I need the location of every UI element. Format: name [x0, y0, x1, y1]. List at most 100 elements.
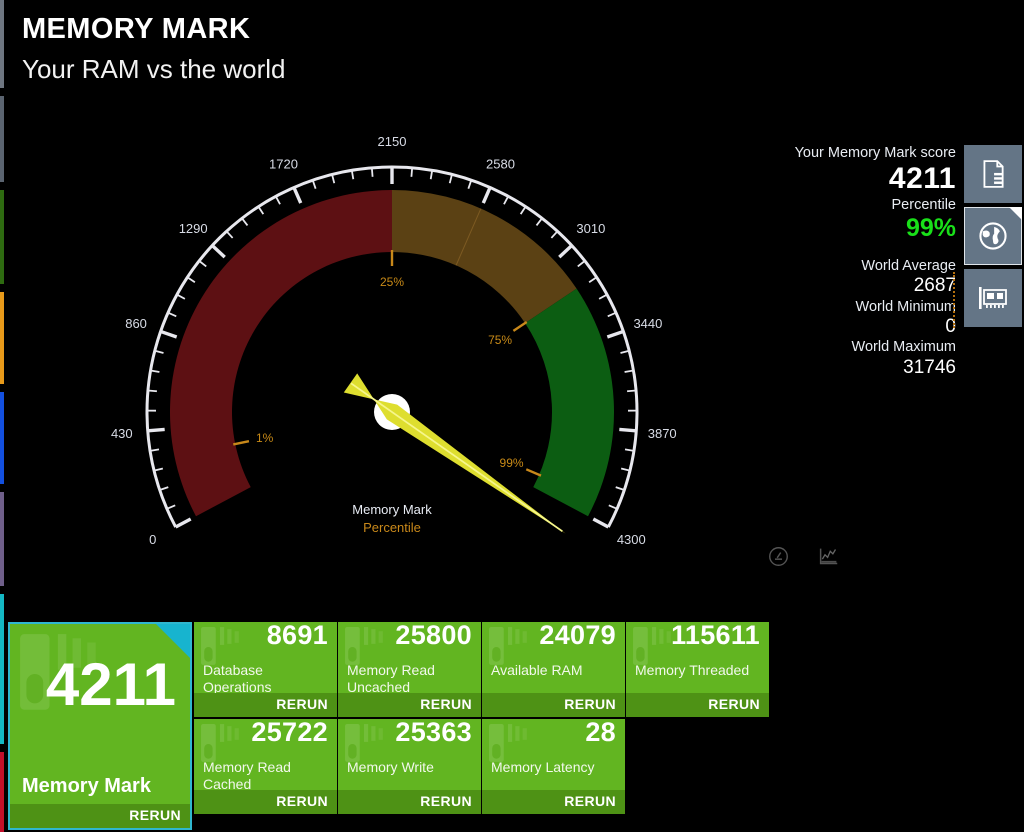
gauge-minor-tick	[154, 349, 164, 354]
tile-score: 25722	[251, 719, 328, 747]
tile-benchmark[interactable]: 24079 Available RAM RERUN	[482, 622, 625, 717]
gauge-tick-label: 2580	[486, 157, 515, 172]
gauge-svg: 043086012901720215025803010344038704300 …	[111, 134, 677, 547]
gauge-zone	[525, 288, 614, 517]
percentile-label: Percentile	[891, 196, 956, 213]
rerun-label: RERUN	[276, 793, 328, 809]
tile-label: Memory Read Cached	[203, 759, 291, 792]
gauge-major-tick	[481, 186, 492, 204]
info-panel-separator	[953, 272, 955, 328]
rerun-label: RERUN	[276, 696, 328, 712]
rerun-label: RERUN	[129, 807, 181, 823]
tile-label: Memory Write	[347, 759, 434, 775]
gauge-zone	[169, 190, 392, 517]
world-minimum-value: 0	[945, 315, 956, 337]
gauge-percentile-marker	[525, 468, 542, 477]
edge-strip-segment	[0, 752, 4, 832]
gauge-tick-label: 2150	[378, 134, 407, 149]
tile-score: 115611	[671, 622, 760, 650]
tile-score: 28	[585, 719, 616, 747]
gauge-zone	[392, 190, 577, 324]
edge-strip-segment	[0, 492, 4, 586]
gauge-tick-label: 3010	[576, 221, 605, 236]
gauge-major-tick	[619, 427, 637, 433]
gauge-percentile-label: 1%	[256, 431, 274, 445]
rerun-button[interactable]: RERUN	[338, 693, 481, 717]
edge-strip-segment	[0, 0, 4, 88]
memory-mark-gauge: 0 430 860 1290 1720 2150 2580 3010 3440 3870 4300 …	[60, 130, 740, 580]
gauge-tick-label: 0	[149, 532, 156, 547]
world-maximum-label: World Maximum	[851, 339, 956, 356]
tile-label: Memory Mark	[22, 775, 151, 797]
rerun-label: RERUN	[420, 696, 472, 712]
gauge-minor-tick	[550, 230, 559, 239]
gauge-major-tick	[292, 186, 303, 204]
tile-benchmark[interactable]: 115611 Memory Threaded RERUN	[626, 622, 769, 717]
memory-card-button[interactable]	[964, 269, 1022, 327]
page-title: MEMORY MARK	[22, 13, 251, 45]
side-icon-buttons[interactable]	[964, 145, 1022, 327]
gauge-minor-tick	[225, 230, 234, 239]
rerun-button[interactable]: RERUN	[482, 693, 625, 717]
gauge-percentile-marker	[233, 440, 250, 446]
rerun-button[interactable]: RERUN	[194, 790, 337, 814]
tile-label: Memory Threaded	[635, 662, 750, 678]
gauge-percentile-label: 75%	[488, 333, 512, 347]
gauge-major-tick	[160, 329, 178, 339]
your-score-value: 4211	[888, 162, 956, 196]
your-score-label: Your Memory Mark score	[794, 145, 956, 161]
rerun-button[interactable]: RERUN	[338, 790, 481, 814]
tile-benchmark[interactable]: 8691 Database Operations RERUN	[194, 622, 337, 717]
rerun-button[interactable]: RERUN	[194, 693, 337, 717]
edge-color-strip	[0, 0, 4, 832]
chart-icon[interactable]	[818, 546, 839, 572]
page-header: MEMORY MARK Your RAM vs the world	[22, 13, 286, 84]
rerun-button[interactable]: RERUN	[626, 693, 769, 717]
world-average-value: 2687	[913, 274, 956, 296]
gauge-major-tick	[606, 329, 624, 339]
edge-strip-segment	[0, 292, 4, 384]
world-average-label: World Average	[861, 257, 956, 274]
tile-benchmark[interactable]: 28 Memory Latency RERUN	[482, 719, 625, 814]
gauge-major-tick	[211, 244, 226, 259]
gauge-major-tick	[174, 517, 192, 529]
gauge-center-label-secondary: Percentile	[363, 520, 421, 535]
gauge-center-label-primary: Memory Mark	[352, 502, 432, 517]
tile-memory-mark[interactable]: 4211 Memory Mark RERUN	[8, 622, 192, 830]
report-button[interactable]	[964, 145, 1022, 203]
gauge-minor-tick	[620, 349, 630, 354]
gauge-view-toggles[interactable]	[768, 546, 839, 572]
gauge-percentile-marker	[512, 321, 528, 332]
selected-corner-marker	[1009, 207, 1022, 220]
rerun-button[interactable]: RERUN	[482, 790, 625, 814]
rerun-button[interactable]: RERUN	[10, 804, 190, 828]
gauge-major-tick	[592, 517, 610, 529]
gauge-major-tick	[558, 244, 573, 259]
gauge-tick-label: 860	[125, 316, 147, 331]
tile-benchmark[interactable]: 25800 Memory Read Uncached RERUN	[338, 622, 481, 717]
gauge-major-tick	[147, 427, 165, 433]
gauge-percentile-label: 25%	[380, 275, 404, 289]
percentile-value: 99%	[905, 213, 956, 242]
rerun-label: RERUN	[708, 696, 760, 712]
world-minimum-label: World Minimum	[855, 298, 956, 315]
edge-strip-segment	[0, 594, 4, 744]
tile-score: 8691	[266, 622, 328, 650]
tile-label: Database Operations	[203, 662, 272, 695]
tile-score: 24079	[539, 622, 616, 650]
edge-strip-segment	[0, 96, 4, 182]
tile-label: Available RAM	[491, 662, 583, 678]
page-subtitle: Your RAM vs the world	[22, 53, 286, 84]
globe-button[interactable]	[964, 207, 1022, 265]
rerun-label: RERUN	[420, 793, 472, 809]
world-maximum-value: 31746	[903, 356, 956, 378]
gauge-icon[interactable]	[768, 546, 789, 572]
rerun-label: RERUN	[564, 696, 616, 712]
gauge-tick-label: 1720	[269, 157, 298, 172]
tile-label: Memory Latency	[491, 759, 595, 775]
rerun-label: RERUN	[564, 793, 616, 809]
tile-benchmark[interactable]: 25722 Memory Read Cached RERUN	[194, 719, 337, 814]
gauge-tick-label: 3870	[648, 426, 677, 441]
score-info-panel: Your Memory Mark score 4211 Percentile 9…	[656, 144, 956, 379]
tile-benchmark[interactable]: 25363 Memory Write RERUN	[338, 719, 481, 814]
